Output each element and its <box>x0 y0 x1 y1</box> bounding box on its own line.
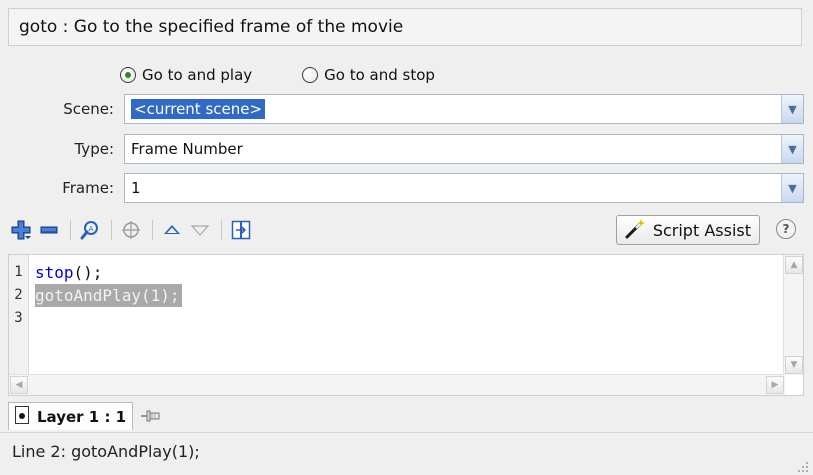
status-text: Line 2: gotoAndPlay(1); <box>12 442 200 461</box>
radio-checked-icon <box>120 67 136 83</box>
target-icon[interactable] <box>118 217 144 243</box>
code-lines[interactable]: stop(); gotoAndPlay(1); <box>35 261 182 330</box>
code-line-wrapper: gotoAndPlay(1); <box>35 284 182 307</box>
radio-unchecked-icon <box>302 67 319 83</box>
line-number: 3 <box>14 310 23 326</box>
go-to-and-stop-radio[interactable]: Go to and stop <box>302 66 435 84</box>
horizontal-scrollbar[interactable]: ◀ ▶ <box>9 374 785 395</box>
code-line[interactable] <box>35 307 182 330</box>
toolbar-divider <box>111 220 112 240</box>
tab-layer-label: Layer 1 : 1 <box>37 407 127 426</box>
frame-label: Frame: <box>62 179 114 197</box>
insert-target-icon[interactable] <box>228 217 254 243</box>
actions-toolbar: A Script Assist ? <box>8 213 804 247</box>
frame-value: 1 <box>131 179 141 197</box>
find-icon[interactable]: A <box>77 217 103 243</box>
arrow-down-icon[interactable] <box>187 217 213 243</box>
action-description: goto : Go to the specified frame of the … <box>8 8 802 46</box>
status-bar: Line 2: gotoAndPlay(1); <box>0 432 813 475</box>
go-to-and-play-radio[interactable]: Go to and play <box>120 66 252 84</box>
minus-icon[interactable] <box>36 217 62 243</box>
help-icon[interactable]: ? <box>776 219 796 239</box>
magic-wand-icon <box>623 217 647 243</box>
code-line[interactable]: stop(); <box>35 261 182 284</box>
scroll-down-icon[interactable]: ▼ <box>785 356 803 374</box>
selected-code-line[interactable]: gotoAndPlay(1); <box>35 284 182 307</box>
toolbar-divider <box>221 220 222 240</box>
toolbar-divider <box>70 220 71 240</box>
actions-panel: goto : Go to the specified frame of the … <box>0 0 813 475</box>
script-assist-label: Script Assist <box>652 220 751 240</box>
script-tab-strip: Layer 1 : 1 <box>8 402 161 430</box>
script-editor[interactable]: 1 2 3 stop(); gotoAndPlay(1); ▲ ▼ ◀ ▶ <box>8 254 804 396</box>
scroll-up-icon[interactable]: ▲ <box>785 256 803 274</box>
chevron-down-icon[interactable]: ▼ <box>781 135 803 163</box>
scene-dropdown[interactable]: <current scene> ▼ <box>124 94 804 124</box>
type-dropdown[interactable]: Frame Number ▼ <box>124 134 804 164</box>
toolbar-divider <box>152 220 153 240</box>
line-number-gutter: 1 2 3 <box>9 255 29 375</box>
line-number: 2 <box>14 287 23 303</box>
chevron-down-icon[interactable]: ▼ <box>781 95 803 123</box>
resize-grip-icon[interactable] <box>797 459 809 472</box>
vertical-scrollbar[interactable]: ▲ ▼ <box>783 255 803 375</box>
line-number: 1 <box>14 264 23 280</box>
arrow-up-icon[interactable] <box>159 217 185 243</box>
code-text: (); <box>73 263 103 282</box>
chevron-down-icon[interactable]: ▼ <box>781 174 803 202</box>
plus-icon[interactable] <box>8 217 34 243</box>
go-to-and-play-label: Go to and play <box>142 66 253 84</box>
scroll-right-icon[interactable]: ▶ <box>766 376 784 394</box>
scene-label: Scene: <box>63 100 114 118</box>
goto-mode-group: Go to and play Go to and stop <box>120 64 435 86</box>
go-to-and-stop-label: Go to and stop <box>324 66 435 84</box>
type-value: Frame Number <box>131 140 243 158</box>
frame-dropdown[interactable]: 1 ▼ <box>124 173 804 203</box>
pin-icon[interactable] <box>139 407 161 425</box>
code-keyword: stop <box>35 263 74 282</box>
frame-script-icon <box>15 405 29 428</box>
tab-layer-1[interactable]: Layer 1 : 1 <box>8 402 134 430</box>
script-assist-button[interactable]: Script Assist <box>615 215 760 245</box>
svg-text:A: A <box>89 225 94 233</box>
scroll-left-icon[interactable]: ◀ <box>10 376 28 394</box>
type-label: Type: <box>74 140 114 158</box>
scene-value: <current scene> <box>131 99 266 119</box>
